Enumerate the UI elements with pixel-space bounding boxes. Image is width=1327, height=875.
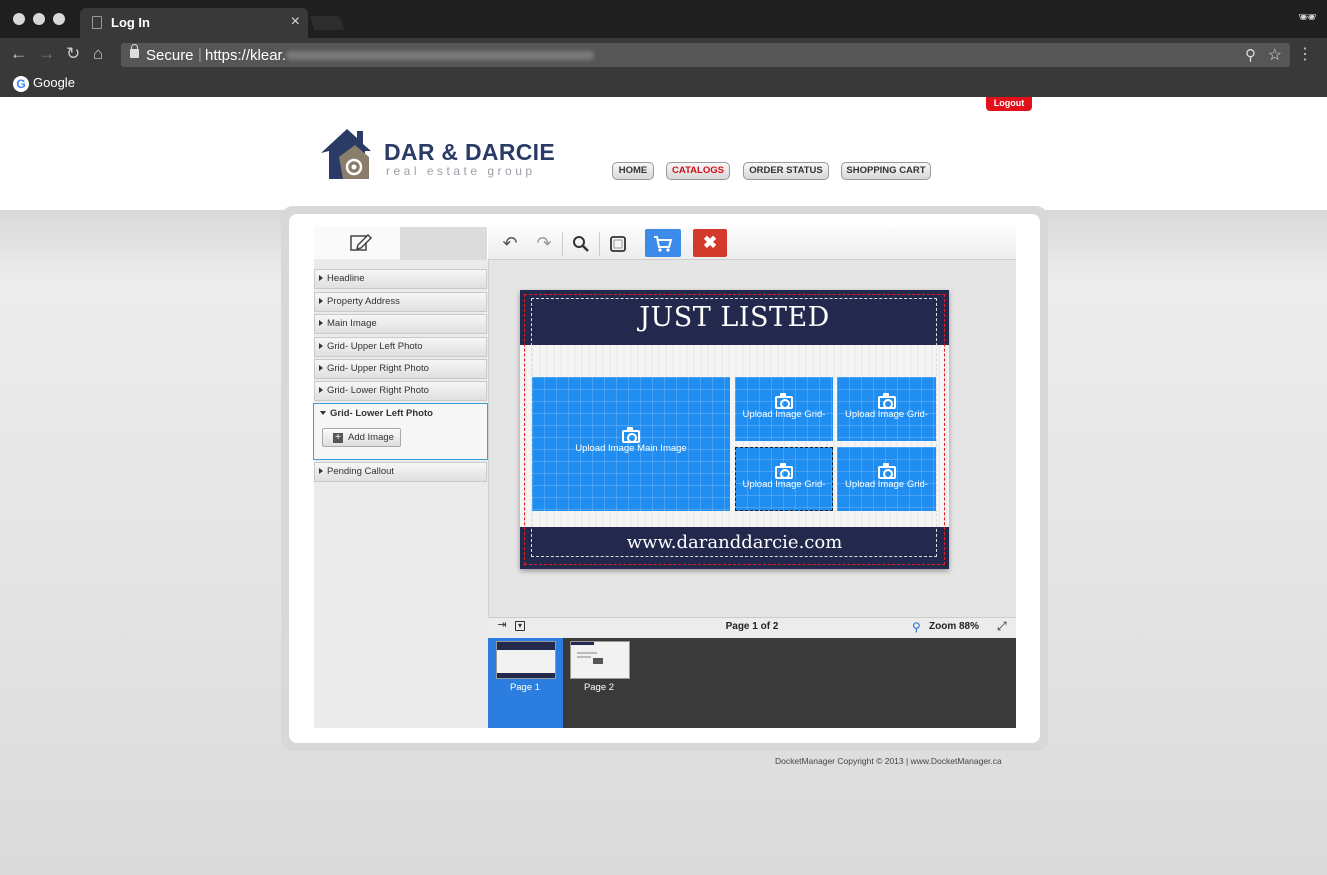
- sidebar-item-grid-lower-right[interactable]: Grid- Lower Right Photo: [314, 381, 487, 401]
- nav-catalogs[interactable]: CATALOGS: [666, 162, 730, 180]
- lock-icon: [130, 44, 139, 58]
- sidebar-item-label: Main Image: [327, 318, 377, 329]
- url-text: https://klear.: [205, 47, 286, 64]
- cart-icon: [654, 236, 673, 252]
- search-icon[interactable]: [567, 232, 595, 256]
- close-editor-button[interactable]: ✖: [693, 229, 727, 257]
- sidebar-item-label: Grid- Upper Right Photo: [327, 363, 429, 374]
- postcard-preview: JUST LISTED Upload Image Main Image Uplo…: [520, 290, 949, 569]
- sidebar-item-grid-upper-left[interactable]: Grid- Upper Left Photo: [314, 337, 487, 357]
- zoom-icon[interactable]: ⚲: [912, 620, 921, 634]
- logo-house-icon: [321, 127, 381, 186]
- browser-chrome: Log In × 🕶 ← → ↻ ⌂ Secure | https://klea…: [0, 0, 1327, 97]
- chevron-down-icon: [320, 411, 326, 415]
- logo-tagline: real estate group: [386, 164, 536, 178]
- camera-icon: [877, 393, 896, 409]
- footer-copyright: DocketManager Copyright © 2013 | www.Doc…: [775, 756, 1002, 766]
- plus-icon: +: [333, 433, 343, 443]
- tab-close-icon[interactable]: ×: [291, 13, 300, 31]
- url-blurred: [286, 51, 594, 60]
- zoom-icon[interactable]: ⚲: [1245, 46, 1256, 64]
- bookmark-google[interactable]: Google: [33, 75, 75, 90]
- placeholder-label: Upload Image Main Image: [575, 443, 687, 454]
- sidebar-item-label: Grid- Lower Right Photo: [327, 385, 429, 396]
- browser-tab[interactable]: Log In ×: [80, 8, 308, 38]
- bookmarks-bar: G Google: [0, 72, 1327, 97]
- bookmark-star-icon[interactable]: ☆: [1268, 45, 1282, 65]
- secure-label: Secure: [146, 47, 194, 64]
- browser-toolbar: ← → ↻ ⌂ Secure | https://klear. ⚲ ☆ ⋮: [0, 38, 1327, 72]
- tab-secondary[interactable]: [400, 227, 487, 260]
- page-1-thumbnail[interactable]: [496, 641, 556, 679]
- address-bar[interactable]: Secure | https://klear. ⚲ ☆: [121, 43, 1290, 67]
- camera-icon: [775, 463, 793, 479]
- url-separator: |: [198, 46, 202, 63]
- placeholder-label: Upload Image Grid-: [845, 409, 928, 420]
- close-window-dot[interactable]: [13, 13, 25, 25]
- add-image-label: Add Image: [348, 432, 394, 443]
- menu-icon[interactable]: ⋮: [1297, 44, 1313, 64]
- minimize-window-dot[interactable]: [33, 13, 45, 25]
- edit-icon: [349, 232, 373, 257]
- grid-lower-right-placeholder[interactable]: Upload Image Grid-: [837, 447, 936, 511]
- nav-home[interactable]: HOME: [612, 162, 654, 180]
- card-headline[interactable]: JUST LISTED: [520, 302, 949, 333]
- sidebar-item-label: Headline: [327, 273, 365, 284]
- main-image-placeholder[interactable]: Upload Image Main Image: [532, 377, 730, 511]
- sidebar-item-property-address[interactable]: Property Address: [314, 292, 487, 312]
- add-to-cart-button[interactable]: [645, 229, 681, 257]
- maximize-window-dot[interactable]: [53, 13, 65, 25]
- add-image-button[interactable]: + Add Image: [322, 428, 401, 447]
- card-url[interactable]: www.daranddarcie.com: [520, 532, 949, 553]
- sidebar-item-grid-lower-left[interactable]: Grid- Lower Left Photo + Add Image: [313, 403, 488, 460]
- redo-icon[interactable]: ↷: [530, 232, 558, 256]
- nav-shopping-cart[interactable]: SHOPPING CART: [841, 162, 931, 180]
- placeholder-label: Upload Image Grid-: [742, 409, 826, 420]
- logo-name: DAR & DARCIE: [384, 139, 555, 165]
- sidebar-item-label: Pending Callout: [327, 466, 395, 477]
- toolbar-divider: [599, 232, 600, 256]
- back-icon[interactable]: ←: [10, 44, 27, 64]
- toolbar-divider: [562, 232, 563, 256]
- sidebar-item-label: Grid- Upper Left Photo: [327, 341, 423, 352]
- chevron-right-icon: [319, 275, 323, 281]
- grid-upper-right-placeholder[interactable]: Upload Image Grid-: [837, 377, 936, 441]
- page-icon: [92, 16, 102, 29]
- undo-icon[interactable]: ↶: [496, 232, 524, 256]
- chevron-right-icon: [319, 365, 323, 371]
- incognito-icon: 🕶: [1297, 9, 1317, 26]
- page-2-thumbnail[interactable]: [570, 641, 630, 679]
- nav-order-status[interactable]: ORDER STATUS: [743, 162, 829, 180]
- camera-icon: [877, 463, 896, 479]
- sidebar-item-main-image[interactable]: Main Image: [314, 314, 487, 334]
- sidebar-item-pending-callout[interactable]: Pending Callout: [314, 462, 487, 482]
- grid-lower-left-placeholder[interactable]: Upload Image Grid-: [735, 447, 833, 511]
- chevron-right-icon: [319, 343, 323, 349]
- camera-icon: [622, 427, 640, 443]
- placeholder-label: Upload Image Grid-: [845, 479, 928, 490]
- logout-button[interactable]: Logout: [986, 97, 1032, 111]
- camera-icon: [775, 393, 793, 409]
- page-1-label: Page 1: [509, 682, 541, 693]
- sidebar-item-headline[interactable]: Headline: [314, 269, 487, 289]
- page-2-label: Page 2: [583, 682, 615, 693]
- placeholder-label: Upload Image Grid-: [742, 479, 826, 490]
- sidebar-item-label: Property Address: [327, 296, 400, 307]
- forward-icon[interactable]: →: [38, 44, 55, 64]
- new-tab-button[interactable]: [309, 16, 345, 30]
- frame-toggle-icon[interactable]: [604, 232, 632, 256]
- chevron-right-icon: [319, 320, 323, 326]
- tab-title: Log In: [111, 15, 150, 30]
- reload-icon[interactable]: ↻: [66, 44, 80, 64]
- chevron-right-icon: [319, 387, 323, 393]
- zoom-level[interactable]: Zoom 88%: [929, 621, 979, 632]
- google-icon: G: [13, 76, 29, 92]
- sidebar-item-label: Grid- Lower Left Photo: [330, 408, 433, 419]
- sidebar-item-grid-upper-right[interactable]: Grid- Upper Right Photo: [314, 359, 487, 379]
- chevron-right-icon: [319, 468, 323, 474]
- home-icon[interactable]: ⌂: [93, 44, 103, 64]
- fullscreen-icon[interactable]: ⤢: [997, 619, 1007, 634]
- chevron-right-icon: [319, 298, 323, 304]
- grid-upper-left-placeholder[interactable]: Upload Image Grid-: [735, 377, 833, 441]
